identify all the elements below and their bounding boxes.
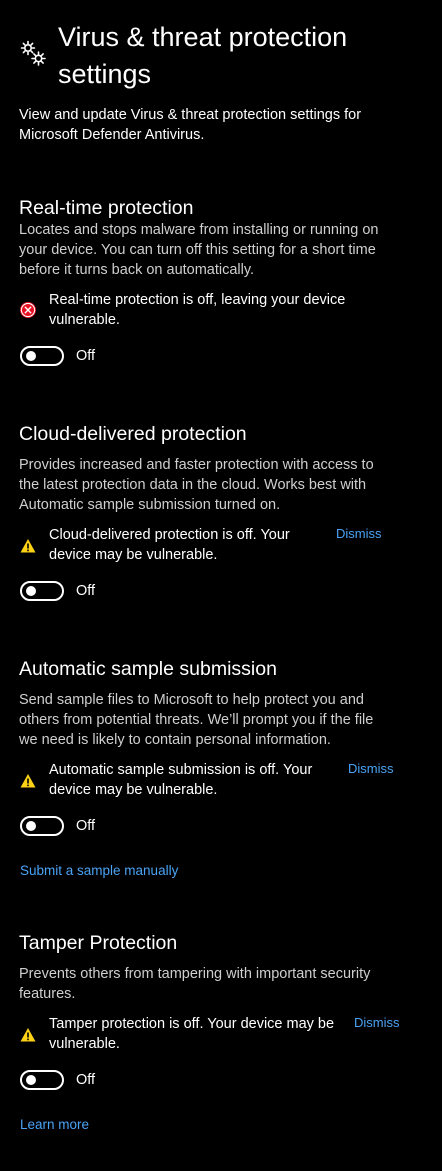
error-circle-icon: [19, 301, 37, 319]
sample-submission-toggle-row: Off: [20, 816, 220, 836]
settings-page: Virus & threat protection settings View …: [0, 0, 442, 1171]
sample-submission-alert: Automatic sample submission is off. Your…: [19, 760, 423, 804]
cloud-dismiss-link[interactable]: Dismiss: [336, 525, 382, 543]
sample-submission-desc: Send sample files to Microsoft to help p…: [19, 690, 419, 750]
tamper-protection-toggle[interactable]: [20, 1070, 64, 1090]
cloud-protection-toggle-row: Off: [20, 581, 220, 601]
page-subtitle-line-2: Microsoft Defender Antivirus.: [19, 127, 205, 143]
warning-triangle-icon: [19, 537, 37, 555]
sample-toggle-state: Off: [76, 818, 96, 834]
realtime-protection-alert: Real-time protection is off, leaving you…: [19, 290, 423, 334]
toggle-knob: [26, 351, 36, 361]
cloud-alert-text: Cloud-delivered protection is off. Your …: [49, 525, 290, 565]
learn-more-link[interactable]: Learn more: [20, 1116, 89, 1134]
tamper-protection-title: Tamper Protection: [19, 932, 178, 954]
realtime-protection-desc: Locates and stops malware from installin…: [19, 220, 419, 280]
desc-line: Provides increased and faster protection…: [19, 457, 374, 473]
realtime-toggle-state: Off: [76, 348, 96, 364]
toggle-knob: [26, 1075, 36, 1085]
sample-submission-title: Automatic sample submission: [19, 658, 277, 680]
toggle-knob: [26, 586, 36, 596]
page-title-line-2: settings: [58, 59, 152, 89]
warning-triangle-icon: [19, 772, 37, 790]
warning-triangle-icon: [19, 1026, 37, 1044]
desc-line: Send sample files to Microsoft to help p…: [19, 692, 364, 708]
page-title: Virus & threat protection settings: [58, 19, 418, 93]
tamper-protection-toggle-row: Off: [20, 1070, 220, 1090]
cloud-protection-title: Cloud-delivered protection: [19, 423, 247, 445]
gears-icon: [20, 40, 48, 68]
alert-line: Real-time protection is off, leaving you…: [49, 292, 346, 308]
realtime-protection-toggle[interactable]: [20, 346, 64, 366]
alert-line: vulnerable.: [49, 1036, 120, 1052]
alert-line: Automatic sample submission is off. Your: [49, 762, 313, 778]
tamper-dismiss-link[interactable]: Dismiss: [354, 1014, 400, 1032]
alert-line: Cloud-delivered protection is off. Your: [49, 527, 290, 543]
cloud-protection-desc: Provides increased and faster protection…: [19, 455, 419, 515]
desc-line: others from potential threats. We’ll pro…: [19, 712, 374, 728]
cloud-toggle-state: Off: [76, 583, 96, 599]
cloud-protection-toggle[interactable]: [20, 581, 64, 601]
desc-line: your device. You can turn off this setti…: [19, 242, 376, 258]
desc-line: before it turns back on automatically.: [19, 262, 255, 278]
sample-dismiss-link[interactable]: Dismiss: [348, 760, 394, 778]
cloud-protection-alert: Cloud-delivered protection is off. Your …: [19, 525, 423, 569]
tamper-protection-desc: Prevents others from tampering with impo…: [19, 964, 419, 1004]
tamper-toggle-state: Off: [76, 1072, 96, 1088]
sample-alert-text: Automatic sample submission is off. Your…: [49, 760, 312, 800]
page-subtitle-line-1: View and update Virus & threat protectio…: [19, 107, 362, 123]
desc-line: Prevents others from tampering with impo…: [19, 966, 371, 982]
page-subtitle: View and update Virus & threat protectio…: [19, 105, 419, 145]
desc-line: the latest protection data in the cloud.…: [19, 477, 367, 493]
alert-line: device may be vulnerable.: [49, 547, 218, 563]
sample-submission-toggle[interactable]: [20, 816, 64, 836]
toggle-knob: [26, 821, 36, 831]
realtime-protection-title: Real-time protection: [19, 197, 194, 219]
desc-line: we need is likely to contain personal in…: [19, 732, 331, 748]
desc-line: Automatic sample submission turned on.: [19, 497, 281, 513]
desc-line: features.: [19, 986, 76, 1002]
desc-line: Locates and stops malware from installin…: [19, 222, 379, 238]
alert-line: Tamper protection is off. Your device ma…: [49, 1016, 335, 1032]
submit-sample-manually-link[interactable]: Submit a sample manually: [20, 862, 178, 880]
alert-line: device may be vulnerable.: [49, 782, 218, 798]
realtime-alert-text: Real-time protection is off, leaving you…: [49, 290, 345, 330]
alert-line: vulnerable.: [49, 312, 120, 328]
page-title-line-1: Virus & threat protection: [58, 22, 348, 52]
tamper-alert-text: Tamper protection is off. Your device ma…: [49, 1014, 334, 1054]
realtime-protection-toggle-row: Off: [20, 346, 220, 366]
tamper-protection-alert: Tamper protection is off. Your device ma…: [19, 1014, 423, 1058]
